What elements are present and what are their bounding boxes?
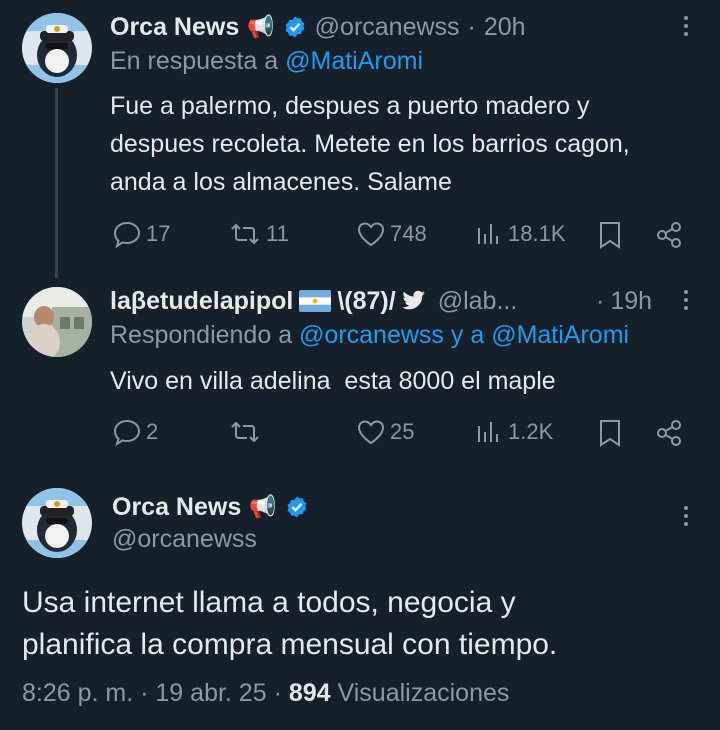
main-tweet-date[interactable]: 19 abr. 25: [155, 679, 266, 707]
orcanews-avatar[interactable]: [22, 488, 92, 558]
separator-dot: ·: [273, 679, 289, 707]
tweet2-time[interactable]: 19h: [610, 287, 652, 316]
separator-dot: ·: [140, 679, 156, 707]
bird-icon: [401, 290, 425, 310]
tweet2-reply-button[interactable]: 2: [112, 418, 158, 446]
megaphone-emoji: 📢: [247, 14, 275, 39]
views-count: 1.2K: [508, 419, 554, 444]
reply-join: y a: [450, 321, 485, 349]
like-count: 25: [390, 419, 415, 444]
main-tweet-text-line: Usa internet llama a todos, negocia y: [22, 586, 516, 619]
tweet2-views-button[interactable]: 1.2K: [474, 418, 553, 446]
argentina-flag-icon: [299, 290, 332, 312]
tweet1-share-button[interactable]: [654, 220, 684, 250]
tweet1-text-line: Fue a palermo, despues a puerto madero y: [110, 92, 590, 120]
megaphone-emoji: 📢: [249, 494, 277, 519]
tweet1-text-line: anda a los almacenes. Salame: [110, 168, 452, 196]
tweet2-time-wrap: · 19h: [596, 284, 652, 318]
main-tweet-meta: 8:26 p. m. · 19 abr. 25 · 894 Visualizac…: [22, 679, 509, 708]
tweet1-reply-button[interactable]: 17: [112, 220, 170, 248]
main-tweet-author-name[interactable]: Orca News: [112, 493, 241, 522]
reply-to-link-1[interactable]: @orcanewss: [299, 321, 444, 349]
tweet2-more-icon[interactable]: [680, 290, 692, 310]
tweet2-retweet-button[interactable]: [228, 418, 266, 446]
views-chart-icon: [478, 422, 498, 442]
reply-to-link[interactable]: @MatiAromi: [285, 47, 423, 75]
separator-dot: ·: [596, 286, 605, 315]
tweet2-handle[interactable]: @lab...: [438, 287, 518, 316]
main-tweet-more-icon[interactable]: [680, 506, 692, 526]
bookmark-icon: [600, 222, 620, 249]
thread-connector-line: [55, 88, 58, 278]
tweet1-time[interactable]: 20h: [484, 13, 526, 42]
tweet1-more-icon[interactable]: [680, 16, 692, 36]
tweet1-views-button[interactable]: 18.1K: [474, 220, 566, 248]
verified-badge-icon: [285, 16, 305, 38]
reply-to-link-2[interactable]: @MatiAromi: [491, 321, 629, 349]
tweet2-name-suffix: \(87)/: [337, 286, 396, 315]
tweet2-author-name[interactable]: laβetudelapipol: [110, 287, 293, 316]
tweet2-share-button[interactable]: [654, 418, 684, 448]
tweet2-reply-context: Respondiendo a @orcanewss y a @MatiAromi: [110, 321, 629, 350]
tweet1-like-button[interactable]: 748: [356, 220, 427, 248]
tweet1-text-line: despues recoleta. Metete en los barrios …: [110, 130, 630, 158]
tweet2-bookmark-button[interactable]: [596, 418, 624, 448]
separator-dot: ·: [467, 12, 476, 41]
heart-icon: [357, 222, 385, 247]
tweet1-header: Orca News 📢 @orcanewss · 20h: [110, 10, 526, 44]
tweet2-like-button[interactable]: 25: [356, 418, 414, 446]
retweet-count: 11: [266, 221, 289, 246]
labetudelapipol-avatar[interactable]: [22, 287, 92, 357]
reply-count: 2: [146, 419, 159, 444]
main-tweet-text: Usa internet llama a todos, negocia y pl…: [22, 582, 557, 666]
reply-prefix: Respondiendo a: [110, 321, 293, 349]
bookmark-icon: [600, 420, 620, 447]
share-icon: [657, 420, 681, 446]
main-tweet-handle[interactable]: @orcanewss: [112, 525, 257, 554]
verified-badge-icon: [287, 496, 307, 518]
share-icon: [657, 222, 681, 248]
retweet-icon: [231, 421, 259, 443]
reply-icon: [113, 221, 141, 248]
reply-count: 17: [146, 221, 171, 246]
heart-icon: [357, 420, 385, 445]
main-tweet-views-count[interactable]: 894: [289, 679, 331, 707]
views-count: 18.1K: [508, 221, 566, 246]
main-tweet-header: Orca News 📢: [112, 490, 309, 524]
reply-prefix: En respuesta a: [110, 47, 279, 75]
tweet1-retweet-button[interactable]: 11: [228, 220, 289, 248]
reply-icon: [113, 419, 141, 446]
tweet1-reply-context: En respuesta a @MatiAromi: [110, 47, 423, 76]
orcanews-avatar[interactable]: [22, 13, 92, 83]
main-tweet-time[interactable]: 8:26 p. m.: [22, 679, 133, 707]
retweet-icon: [231, 223, 259, 245]
tweet1-bookmark-button[interactable]: [596, 220, 624, 250]
views-chart-icon: [478, 224, 498, 244]
main-tweet-text-line: planifica la compra mensual con tiempo.: [22, 628, 558, 661]
tweet1-text: Fue a palermo, despues a puerto madero y…: [110, 87, 710, 201]
tweet2-text: Vivo en villa adelina esta 8000 el maple: [110, 367, 556, 395]
main-tweet-views-label: Visualizaciones: [337, 679, 510, 707]
tweet1-handle[interactable]: @orcanewss: [315, 13, 460, 42]
like-count: 748: [390, 221, 427, 246]
tweet1-author-name[interactable]: Orca News: [110, 13, 239, 42]
tweet2-header: laβetudelapipol \(87)/ @lab...: [110, 284, 517, 318]
